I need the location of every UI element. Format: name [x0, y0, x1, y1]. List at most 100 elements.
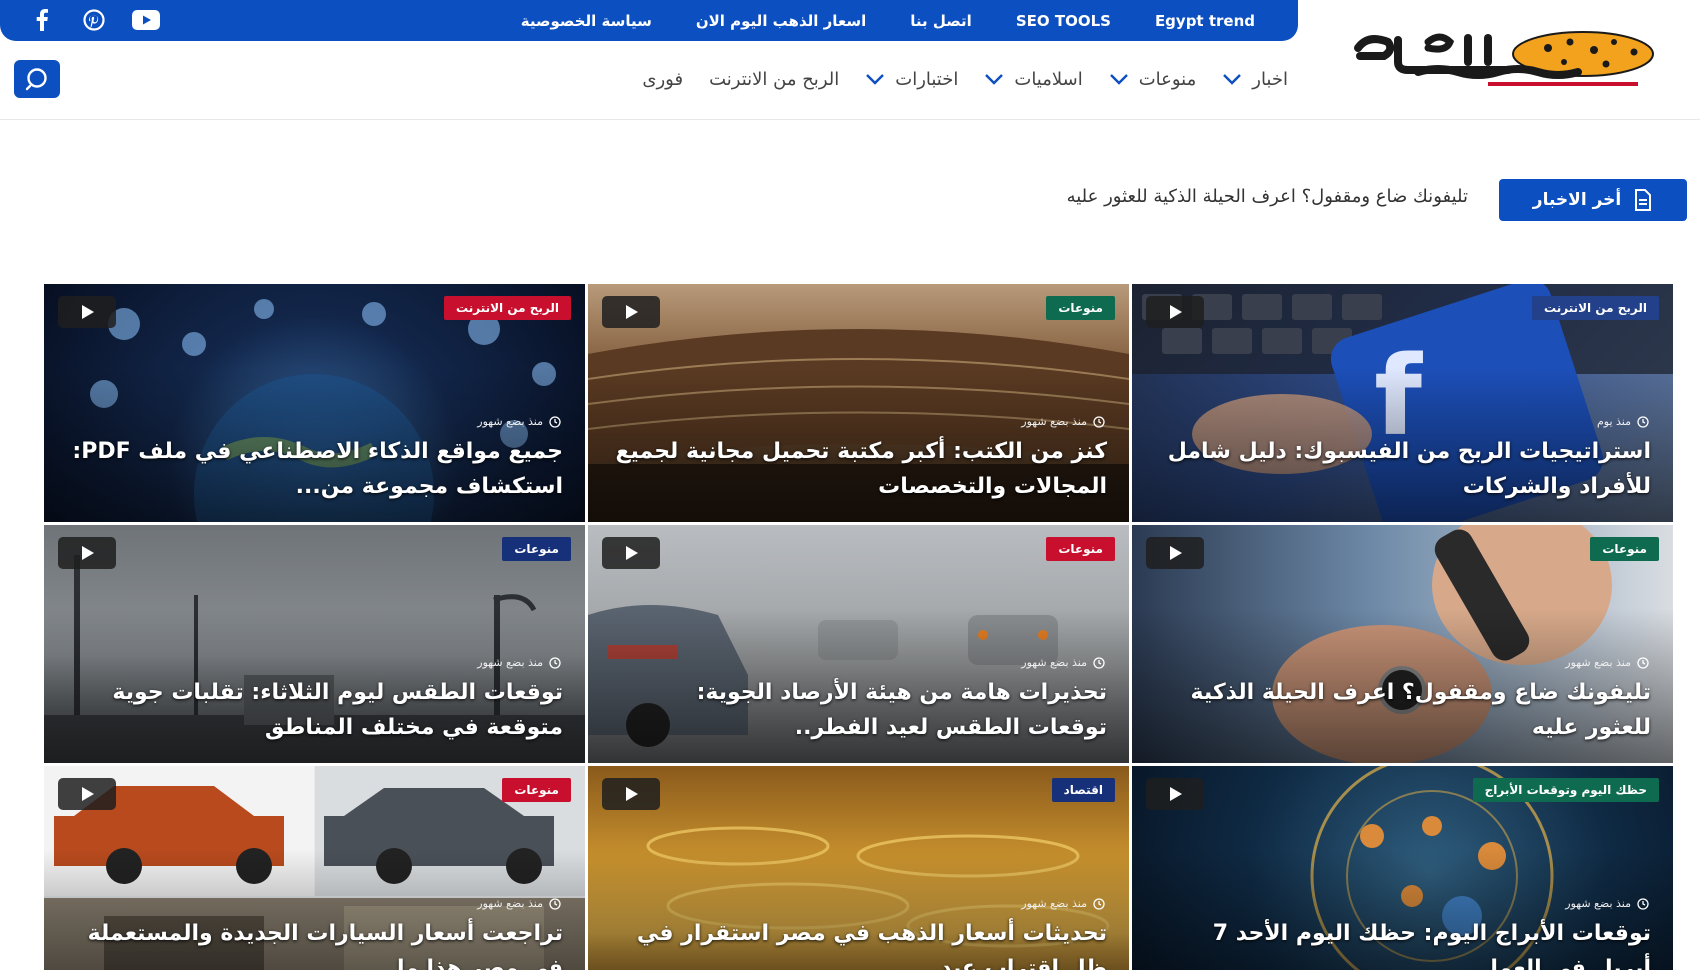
clock-icon: [1093, 656, 1105, 669]
article-time: منذ بضع شهور: [1565, 897, 1631, 910]
top-link-egypt-trend[interactable]: Egypt trend: [1155, 12, 1255, 30]
play-icon: [82, 305, 94, 319]
category-badge[interactable]: حظك اليوم وتوقعات الأبراج: [1472, 778, 1659, 802]
document-icon: [1635, 189, 1652, 211]
article-title[interactable]: تحديثات أسعار الذهب في مصر استقرار في ظل…: [610, 916, 1107, 970]
top-link-gold-prices[interactable]: اسعار الذهب اليوم الان: [696, 12, 866, 30]
pinterest-icon[interactable]: [80, 8, 108, 32]
play-button[interactable]: [602, 537, 660, 569]
featured-grid: f الربح من الانترنت منذ يوم استراتيجيات …: [44, 284, 1673, 970]
search-icon: [25, 68, 47, 91]
category-badge[interactable]: منوعات: [1046, 296, 1115, 320]
article-card[interactable]: منوعات منذ بضع شهور تليفونك ضاع ومقفول؟ …: [1132, 525, 1673, 763]
chevron-down-icon: [866, 74, 885, 85]
play-button[interactable]: [58, 296, 116, 328]
clock-icon: [1093, 897, 1105, 910]
nav-item-misc[interactable]: منوعات: [1109, 68, 1197, 90]
article-title[interactable]: استراتيجيات الربح من الفيسبوك: دليل شامل…: [1154, 434, 1651, 504]
play-icon: [1170, 546, 1182, 560]
article-time: منذ بضع شهور: [1021, 415, 1087, 428]
clock-icon: [1637, 415, 1649, 428]
article-card[interactable]: اقتصاد منذ بضع شهور تحديثات أسعار الذهب …: [588, 766, 1129, 970]
site-logo[interactable]: [1338, 28, 1678, 90]
play-button[interactable]: [1146, 778, 1204, 810]
play-icon: [626, 305, 638, 319]
nav-item-label: منوعات: [1138, 68, 1197, 90]
article-title[interactable]: توقعات الطقس ليوم الثلاثاء: تقلبات جوية …: [66, 675, 563, 745]
top-links: Egypt trend SEO TOOLS اتصل بنا اسعار الذ…: [521, 0, 1255, 41]
article-card[interactable]: منوعات منذ بضع شهور توقعات الطقس ليوم ال…: [44, 525, 585, 763]
top-link-seo-tools[interactable]: SEO TOOLS: [1016, 12, 1111, 30]
article-title[interactable]: تحذيرات هامة من هيئة الأرصاد الجوية: توق…: [610, 675, 1107, 745]
nav-item-earn-online[interactable]: الربح من الانترنت: [709, 69, 839, 90]
article-meta: منذ بضع شهور: [477, 415, 561, 428]
article-card[interactable]: منوعات منذ بضع شهور تراجعت أسعار السيارا…: [44, 766, 585, 970]
nav-item-label: اخبار: [1252, 68, 1288, 90]
header-divider: [0, 119, 1700, 120]
nav-item-label: اسلاميات: [1014, 68, 1083, 90]
play-icon: [1170, 305, 1182, 319]
social-links: [28, 8, 160, 32]
article-meta: منذ بضع شهور: [1565, 656, 1649, 669]
chevron-down-icon: [1223, 74, 1242, 85]
category-badge[interactable]: منوعات: [1046, 537, 1115, 561]
play-icon: [82, 787, 94, 801]
latest-news-label: أخر الاخبار: [1532, 190, 1622, 210]
play-icon: [626, 546, 638, 560]
article-time: منذ بضع شهور: [477, 415, 543, 428]
clock-icon: [549, 415, 561, 428]
play-button[interactable]: [58, 537, 116, 569]
article-card[interactable]: حظك اليوم وتوقعات الأبراج منذ بضع شهور ت…: [1132, 766, 1673, 970]
nav-item-label: الربح من الانترنت: [709, 68, 840, 90]
ticker-headline[interactable]: تليفونك ضاع ومقفول؟ اعرف الحيلة الذكية ل…: [1067, 186, 1468, 207]
article-meta: منذ بضع شهور: [1021, 656, 1105, 669]
article-time: منذ بضع شهور: [1565, 656, 1631, 669]
article-title[interactable]: كنز من الكتب: أكبر مكتبة تحميل مجانية لج…: [610, 434, 1107, 504]
article-title[interactable]: تراجعت أسعار السيارات الجديدة والمستعملة…: [66, 916, 563, 970]
search-button[interactable]: [14, 60, 60, 98]
category-badge[interactable]: منوعات: [502, 537, 571, 561]
youtube-icon[interactable]: [132, 8, 160, 32]
play-button[interactable]: [602, 296, 660, 328]
nav-item-fawry[interactable]: فورى: [642, 69, 683, 90]
nav-item-islamic[interactable]: اسلاميات: [984, 68, 1083, 90]
article-time: منذ بضع شهور: [477, 897, 543, 910]
play-button[interactable]: [1146, 296, 1204, 328]
category-badge[interactable]: الربح من الانترنت: [1532, 296, 1659, 320]
nav-item-quizzes[interactable]: اختبارات: [865, 69, 958, 90]
article-card[interactable]: منوعات منذ بضع شهور تحذيرات هامة من هيئة…: [588, 525, 1129, 763]
article-meta: منذ يوم: [1597, 415, 1649, 428]
play-button[interactable]: [1146, 537, 1204, 569]
main-nav: اخبار منوعات اسلاميات اختبارات الربح من …: [642, 62, 1288, 96]
clock-icon: [1637, 897, 1649, 910]
play-button[interactable]: [58, 778, 116, 810]
article-time: منذ بضع شهور: [1021, 656, 1087, 669]
article-title[interactable]: توقعات الأبراج اليوم: حظك اليوم الأحد 7 …: [1154, 916, 1651, 970]
play-button[interactable]: [602, 778, 660, 810]
nav-item-label: اختبارات: [895, 68, 959, 90]
article-card[interactable]: الربح من الانترنت منذ بضع شهور جميع مواق…: [44, 284, 585, 522]
top-link-contact[interactable]: اتصل بنا: [910, 12, 972, 30]
clock-icon: [549, 897, 561, 910]
nav-item-label: فورى: [642, 68, 684, 90]
article-card[interactable]: منوعات منذ بضع شهور كنز من الكتب: أكبر م…: [588, 284, 1129, 522]
category-badge[interactable]: منوعات: [502, 778, 571, 802]
article-meta: منذ بضع شهور: [1021, 897, 1105, 910]
article-time: منذ يوم: [1596, 415, 1631, 428]
play-icon: [82, 546, 94, 560]
category-badge[interactable]: اقتصاد: [1051, 778, 1115, 802]
chevron-down-icon: [985, 74, 1004, 85]
clock-icon: [549, 656, 561, 669]
facebook-icon[interactable]: [28, 8, 56, 32]
article-title[interactable]: تليفونك ضاع ومقفول؟ اعرف الحيلة الذكية ل…: [1154, 675, 1651, 745]
article-card[interactable]: f الربح من الانترنت منذ يوم استراتيجيات …: [1132, 284, 1673, 522]
chevron-down-icon: [1109, 74, 1128, 85]
category-badge[interactable]: منوعات: [1590, 537, 1659, 561]
article-title[interactable]: جميع مواقع الذكاء الاصطناعي في ملف PDF: …: [66, 434, 563, 504]
article-time: منذ بضع شهور: [1021, 897, 1087, 910]
category-badge[interactable]: الربح من الانترنت: [444, 296, 571, 320]
latest-news-button[interactable]: أخر الاخبار: [1499, 179, 1687, 221]
top-link-privacy[interactable]: سياسة الخصوصية: [521, 12, 652, 30]
nav-item-news[interactable]: اخبار: [1222, 69, 1288, 90]
article-time: منذ بضع شهور: [477, 656, 543, 669]
